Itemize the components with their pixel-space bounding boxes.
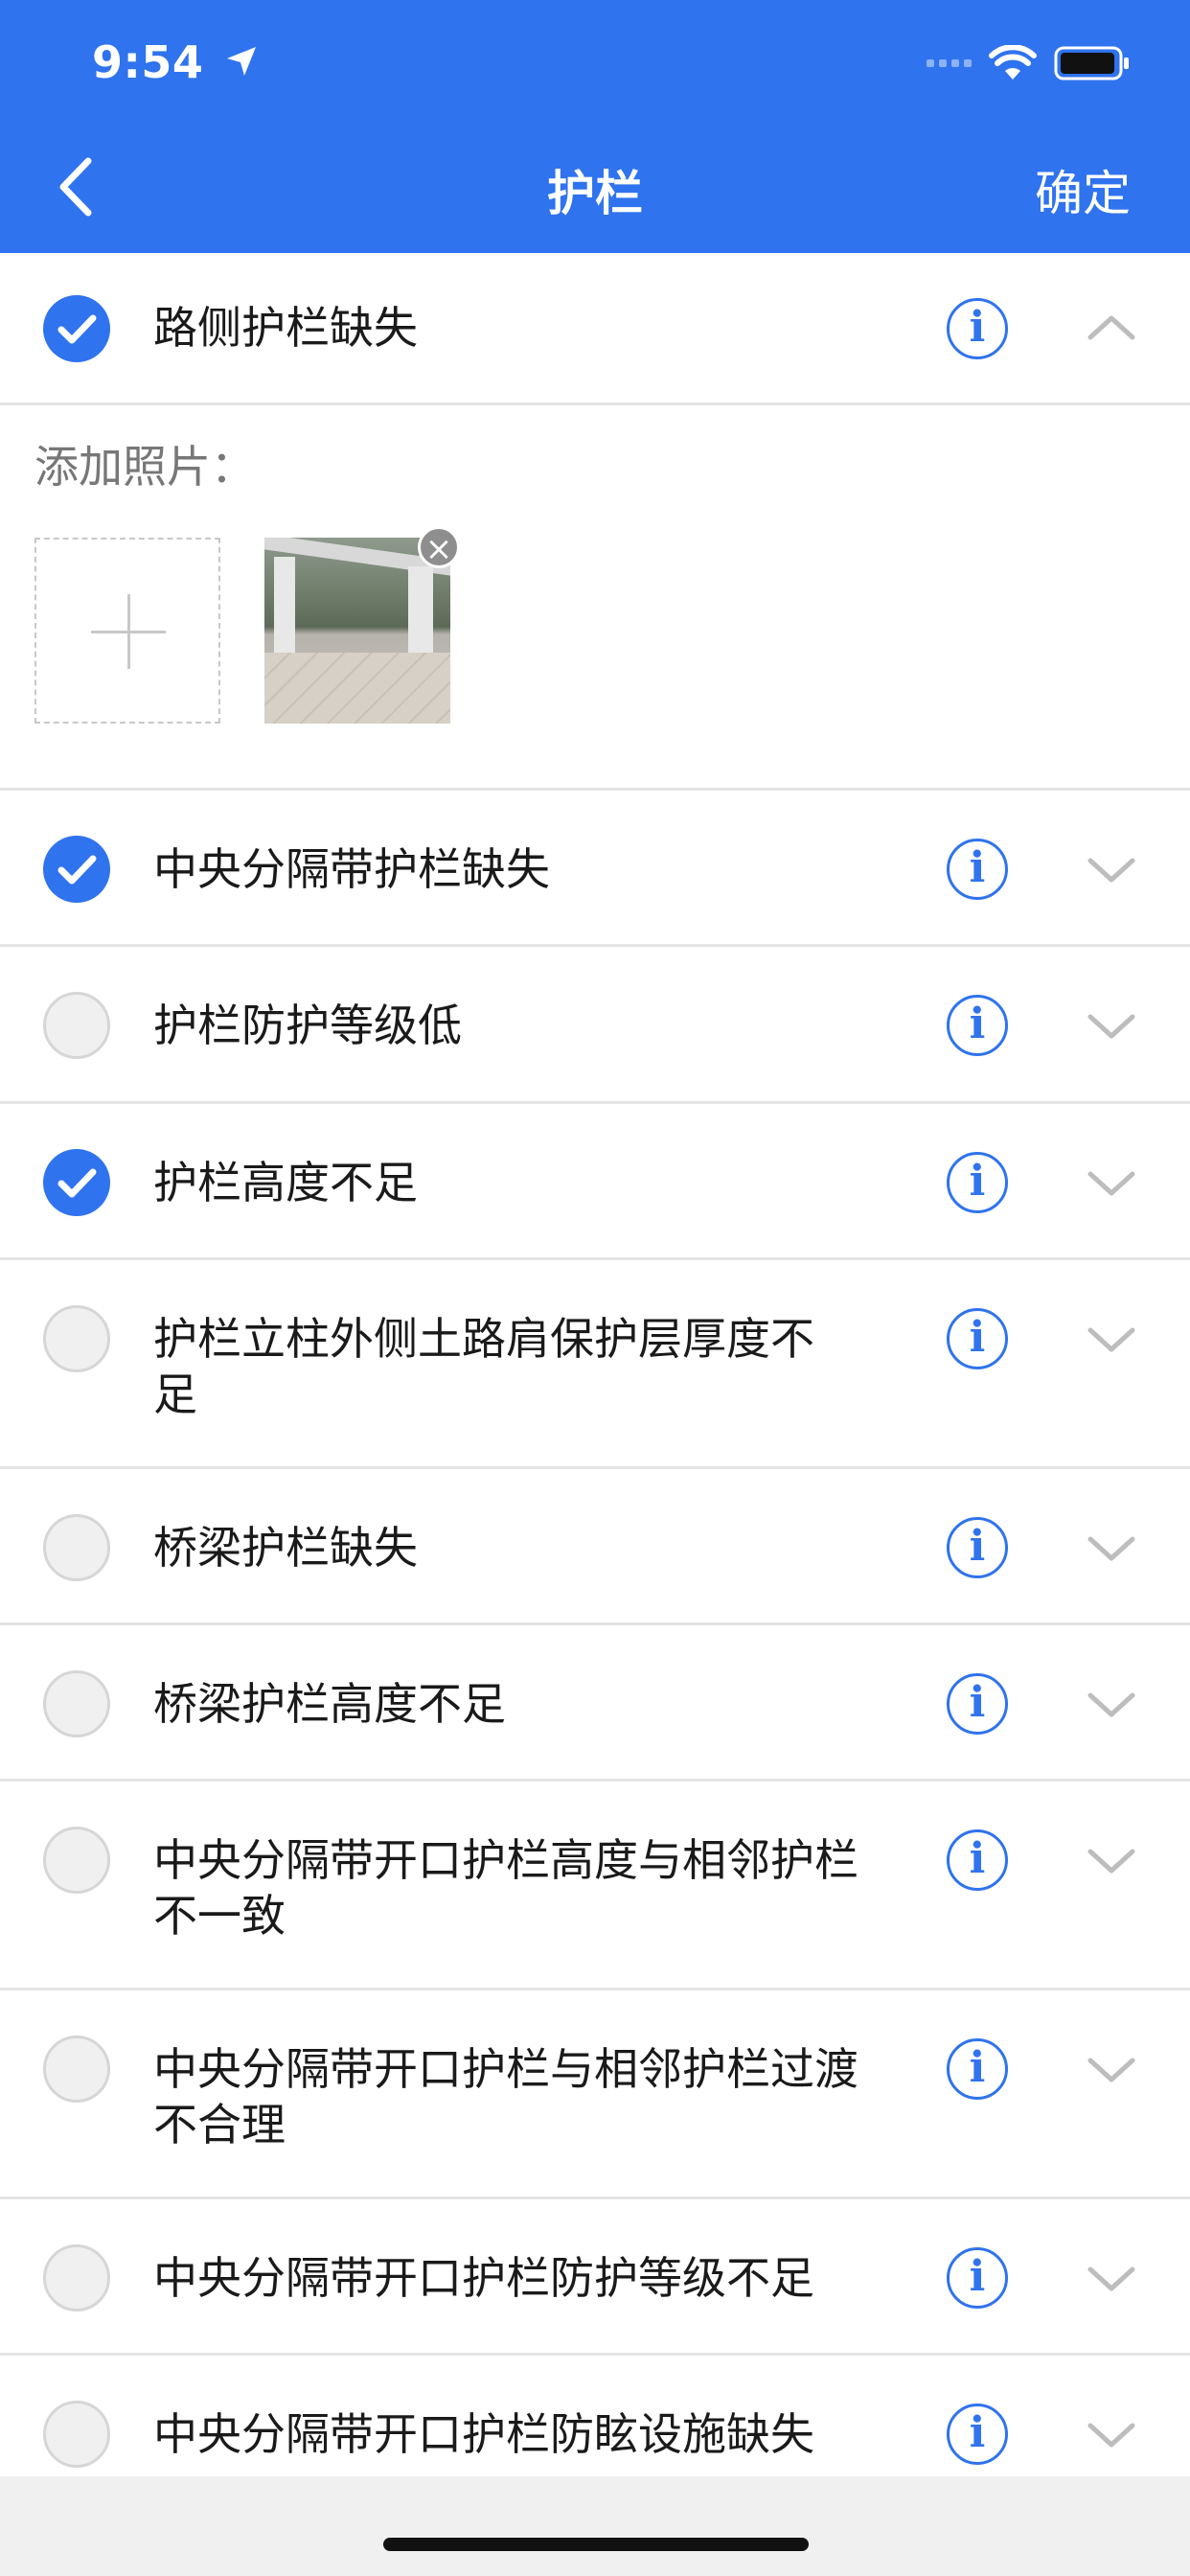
chevron-down-icon[interactable]: [1085, 2053, 1138, 2087]
list-item[interactable]: 路侧护栏缺失 i: [0, 253, 1190, 405]
photo-section: 添加照片： ×: [0, 405, 1190, 791]
wifi-icon: [989, 45, 1037, 80]
list-item[interactable]: 护栏防护等级低 i: [0, 947, 1190, 1104]
chevron-down-icon[interactable]: [1085, 853, 1138, 887]
list-item[interactable]: 中央分隔带开口护栏与相邻护栏过渡不合理 i: [0, 1990, 1190, 2199]
info-icon[interactable]: i: [947, 2247, 1008, 2309]
info-icon[interactable]: i: [947, 1517, 1008, 1578]
home-indicator[interactable]: [383, 2538, 809, 2551]
list-item[interactable]: 护栏立柱外侧土路肩保护层厚度不足 i: [0, 1260, 1190, 1469]
checkbox-unchecked[interactable]: [43, 1305, 110, 1372]
list-item[interactable]: 中央分隔带开口护栏高度与相邻护栏不一致 i: [0, 1782, 1190, 1990]
chevron-down-icon[interactable]: [1085, 1166, 1138, 1201]
checkmark-icon: [57, 855, 97, 885]
chevron-down-icon[interactable]: [1085, 1688, 1138, 1722]
location-icon: [225, 43, 258, 87]
checkbox-checked[interactable]: [43, 1149, 110, 1216]
list-item-label: 桥梁护栏缺失: [153, 1522, 418, 1574]
checkbox-checked[interactable]: [43, 295, 110, 362]
info-icon[interactable]: i: [947, 1152, 1008, 1213]
list-item[interactable]: 桥梁护栏高度不足 i: [0, 1625, 1190, 1782]
checkbox-unchecked[interactable]: [43, 2036, 110, 2103]
info-icon[interactable]: i: [947, 2038, 1008, 2100]
list-item[interactable]: 桥梁护栏缺失 i: [0, 1469, 1190, 1625]
checkbox-unchecked[interactable]: [43, 2244, 110, 2312]
add-photo-label: 添加照片：: [34, 441, 255, 493]
list-item-label: 护栏立柱外侧土路肩保护层厚度不足: [153, 1313, 814, 1420]
add-photo-button[interactable]: [34, 538, 220, 724]
info-icon[interactable]: i: [947, 1673, 1008, 1735]
chevron-down-icon[interactable]: [1085, 1322, 1138, 1357]
list-item-label: 中央分隔带开口护栏与相邻护栏过渡不合理: [153, 2043, 858, 2150]
list-item[interactable]: 中央分隔带护栏缺失 i: [0, 792, 1190, 947]
list-item[interactable]: 护栏高度不足 i: [0, 1104, 1190, 1260]
list-item[interactable]: 中央分隔带开口护栏防眩设施缺失 i: [0, 2356, 1190, 2476]
checkbox-unchecked[interactable]: [43, 2401, 110, 2468]
info-icon[interactable]: i: [947, 995, 1008, 1056]
info-icon[interactable]: i: [947, 839, 1008, 900]
signal-icon: [927, 59, 972, 67]
chevron-down-icon[interactable]: [1085, 1844, 1138, 1878]
list-item-label: 中央分隔带护栏缺失: [153, 843, 550, 895]
nav-header: 9:54 护栏 确定: [0, 0, 1190, 253]
info-icon[interactable]: i: [947, 1308, 1008, 1369]
confirm-button[interactable]: 确定: [1035, 155, 1131, 224]
info-icon[interactable]: i: [947, 1829, 1008, 1891]
list-item-label: 路侧护栏缺失: [153, 302, 418, 354]
photo-thumbnail[interactable]: [264, 538, 450, 724]
checkmark-icon: [57, 314, 97, 344]
battery-icon: [1054, 46, 1129, 80]
chevron-down-icon[interactable]: [1085, 2262, 1138, 2296]
info-icon[interactable]: i: [947, 2404, 1008, 2465]
checkbox-unchecked[interactable]: [43, 1827, 110, 1894]
chevron-down-icon[interactable]: [1085, 2418, 1138, 2452]
checkbox-unchecked[interactable]: [43, 1670, 110, 1737]
list-item[interactable]: 中央分隔带开口护栏防护等级不足 i: [0, 2199, 1190, 2356]
list-item-label: 桥梁护栏高度不足: [153, 1678, 506, 1730]
checkbox-unchecked[interactable]: [43, 1514, 110, 1581]
page-title: 护栏: [547, 166, 643, 221]
checkbox-unchecked[interactable]: [43, 992, 110, 1059]
status-indicators: [927, 44, 1131, 82]
checkbox-checked[interactable]: [43, 836, 110, 903]
list-item-label: 中央分隔带开口护栏防护等级不足: [153, 2252, 814, 2304]
status-time: 9:54: [92, 36, 258, 88]
checkmark-icon: [57, 1168, 97, 1198]
chevron-down-icon[interactable]: [1085, 1531, 1138, 1566]
list-item-label: 中央分隔带开口护栏高度与相邻护栏不一致: [153, 1834, 858, 1942]
chevron-down-icon[interactable]: [1085, 1009, 1138, 1044]
bottom-safe-area: [0, 2476, 1190, 2576]
status-time-text: 9:54: [92, 36, 204, 88]
info-icon[interactable]: i: [947, 298, 1008, 359]
list-item-label: 护栏高度不足: [153, 1157, 418, 1208]
list-item-label: 护栏防护等级低: [153, 1000, 462, 1051]
remove-photo-icon[interactable]: ×: [418, 526, 460, 568]
chevron-up-icon[interactable]: [1085, 310, 1138, 345]
list-item-label: 中央分隔带开口护栏防眩设施缺失: [153, 2408, 814, 2460]
